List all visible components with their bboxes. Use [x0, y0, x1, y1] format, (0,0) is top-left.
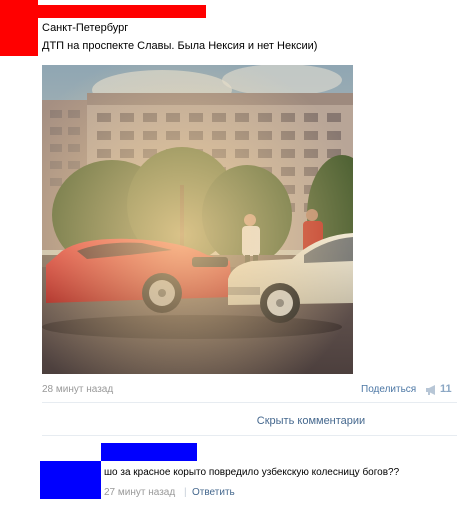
- share-count: 11: [440, 383, 452, 395]
- post-author[interactable]: Санкт-Петербург: [42, 22, 128, 35]
- comment-timestamp[interactable]: 27 минут назад: [104, 487, 175, 499]
- megaphone-icon[interactable]: [425, 383, 438, 395]
- post-text: ДТП на проспекте Славы. Была Нексия и не…: [42, 40, 318, 52]
- comment-text: шо за красное корыто повредило узбекскую…: [104, 467, 400, 478]
- share-button[interactable]: Поделиться: [361, 384, 416, 396]
- post-photo[interactable]: [42, 65, 353, 374]
- divider: [42, 435, 457, 436]
- commenter-name-redacted: [101, 443, 197, 461]
- hide-comments-link[interactable]: Скрыть комментарии: [0, 415, 461, 428]
- author-avatar-redacted[interactable]: [0, 0, 38, 56]
- commenter-avatar-redacted[interactable]: [40, 461, 101, 499]
- reply-button[interactable]: Ответить: [192, 487, 235, 499]
- author-name-redacted: [38, 5, 206, 18]
- divider: [42, 402, 457, 403]
- post-timestamp[interactable]: 28 минут назад: [42, 384, 113, 396]
- comment-separator: |: [184, 487, 187, 498]
